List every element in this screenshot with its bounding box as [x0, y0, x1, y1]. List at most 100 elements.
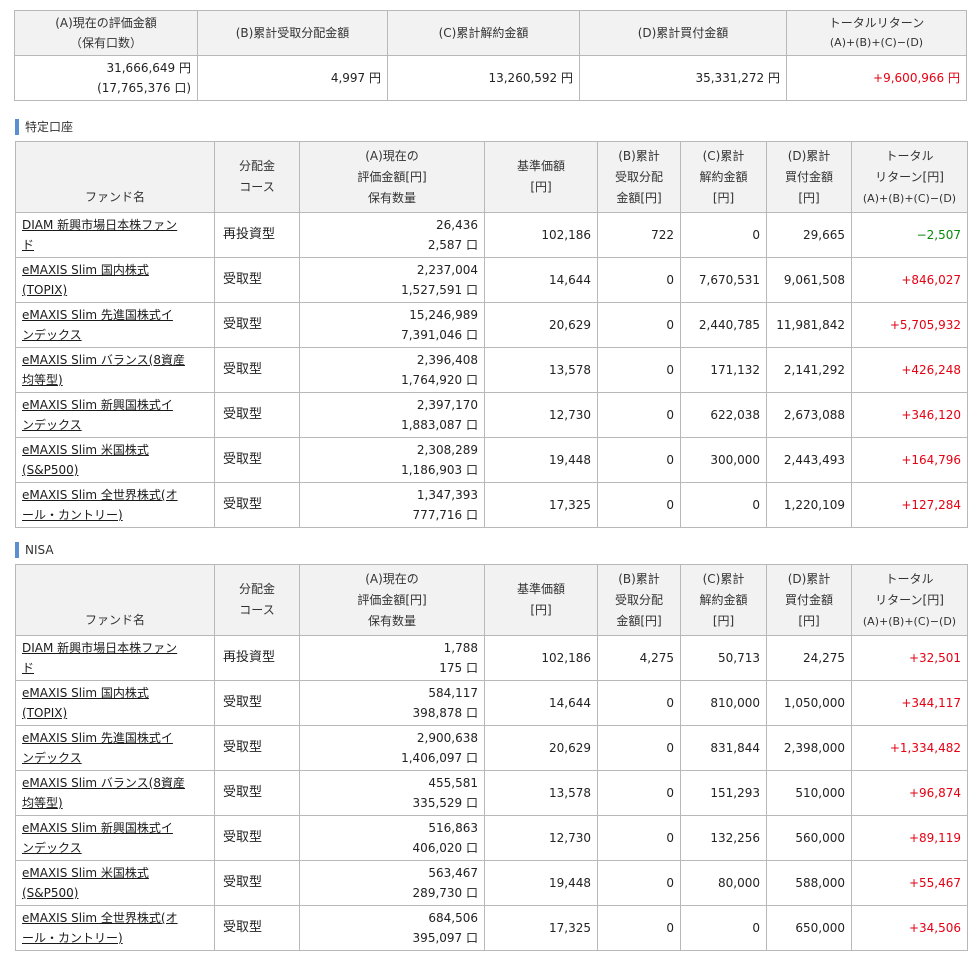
current-value: 563,467 289,730 口 — [299, 860, 485, 906]
fund-row: eMAXIS Slim バランス(8資産 均等型) 受取型 455,581 335,52… — [15, 770, 968, 816]
fund-name-link[interactable]: eMAXIS Slim バランス(8資産 均等型) — [22, 353, 185, 387]
fund-name-link[interactable]: DIAM 新興市場日本株ファンド — [22, 641, 177, 675]
fund-name-link[interactable]: eMAXIS Slim 全世界株式(オ ール・カントリー) — [22, 488, 178, 522]
fund-name-cell: DIAM 新興市場日本株ファンド — [15, 212, 215, 258]
summary-header-b: (B)累計受取分配金額 — [197, 10, 388, 56]
nav-price: 14,644 — [484, 680, 598, 726]
fund-row: DIAM 新興市場日本株ファンド 再投資型 26,436 2,587 口 102,186… — [15, 212, 968, 258]
fund-name-link[interactable]: eMAXIS Slim 新興国株式イ ンデックス — [22, 821, 173, 855]
current-value: 2,237,004 1,527,591 口 — [299, 257, 485, 303]
col-total-return: トータル リターン[円] (A)+(B)+(C)−(D) — [851, 141, 968, 213]
distribution-course: 受取型 — [214, 482, 300, 528]
col-nav: 基準価額 [円] — [484, 564, 598, 636]
total-return: +34,506 — [851, 905, 968, 951]
fund-name-link[interactable]: eMAXIS Slim 国内株式 (TOPIX) — [22, 686, 149, 720]
col-redemption: (C)累計 解約金額 [円] — [680, 141, 767, 213]
cumulative-redemption: 50,713 — [680, 635, 767, 681]
cumulative-purchase: 29,665 — [766, 212, 852, 258]
fund-row: eMAXIS Slim 新興国株式イ ンデックス 受取型 2,397,170 1,883… — [15, 392, 968, 438]
distribution-course: 受取型 — [214, 905, 300, 951]
nav-price: 19,448 — [484, 860, 598, 906]
col-course: 分配金 コース — [214, 564, 300, 636]
total-return: +89,119 — [851, 815, 968, 861]
fund-row: eMAXIS Slim 米国株式 (S&P500) 受取型 563,467 289,73… — [15, 860, 968, 906]
cumulative-distribution: 0 — [597, 860, 681, 906]
fund-row: eMAXIS Slim 国内株式 (TOPIX) 受取型 584,117 398,878… — [15, 680, 968, 726]
fund-name-cell: eMAXIS Slim 全世界株式(オ ール・カントリー) — [15, 482, 215, 528]
nav-price: 17,325 — [484, 905, 598, 951]
summary-value-d: 35,331,272 円 — [579, 55, 787, 101]
total-return: +32,501 — [851, 635, 968, 681]
fund-name-cell: eMAXIS Slim 新興国株式イ ンデックス — [15, 392, 215, 438]
cumulative-distribution: 0 — [597, 905, 681, 951]
col-total-return: トータル リターン[円] (A)+(B)+(C)−(D) — [851, 564, 968, 636]
nav-price: 17,325 — [484, 482, 598, 528]
total-return: +346,120 — [851, 392, 968, 438]
nav-price: 14,644 — [484, 257, 598, 303]
distribution-course: 受取型 — [214, 347, 300, 393]
cumulative-distribution: 0 — [597, 392, 681, 438]
cumulative-purchase: 2,673,088 — [766, 392, 852, 438]
fund-name-link[interactable]: eMAXIS Slim 新興国株式イ ンデックス — [22, 398, 173, 432]
fund-name-link[interactable]: eMAXIS Slim 米国株式 (S&P500) — [22, 866, 149, 900]
fund-name-link[interactable]: DIAM 新興市場日本株ファンド — [22, 218, 177, 252]
distribution-course: 受取型 — [214, 437, 300, 483]
cumulative-purchase: 2,398,000 — [766, 725, 852, 771]
tokutei-fund-table: ファンド名 分配金 コース (A)現在の 評価金額[円] 保有数量 基準価額 [円] (… — [15, 141, 968, 528]
cumulative-redemption: 0 — [680, 482, 767, 528]
current-value: 1,347,393 777,716 口 — [299, 482, 485, 528]
nisa-header-row: ファンド名 分配金 コース (A)現在の 評価金額[円] 保有数量 基準価額 [円] (… — [15, 564, 968, 636]
total-return: +127,284 — [851, 482, 968, 528]
total-return: +344,117 — [851, 680, 968, 726]
nav-price: 19,448 — [484, 437, 598, 483]
fund-name-link[interactable]: eMAXIS Slim 米国株式 (S&P500) — [22, 443, 149, 477]
summary-value-a: 31,666,649 円 (17,765,376 口) — [14, 55, 198, 101]
cumulative-distribution: 0 — [597, 347, 681, 393]
distribution-course: 受取型 — [214, 257, 300, 303]
current-value: 2,308,289 1,186,903 口 — [299, 437, 485, 483]
current-value: 26,436 2,587 口 — [299, 212, 485, 258]
current-value: 455,581 335,529 口 — [299, 770, 485, 816]
col-distribution: (B)累計 受取分配 金額[円] — [597, 141, 681, 213]
nav-price: 12,730 — [484, 815, 598, 861]
cumulative-redemption: 80,000 — [680, 860, 767, 906]
cumulative-distribution: 0 — [597, 725, 681, 771]
current-value: 15,246,989 7,391,046 口 — [299, 302, 485, 348]
fund-name-cell: DIAM 新興市場日本株ファンド — [15, 635, 215, 681]
nav-price: 13,578 — [484, 347, 598, 393]
summary-value-row: 31,666,649 円 (17,765,376 口) 4,997 円 13,26… — [14, 55, 967, 101]
summary-header-c: (C)累計解約金額 — [387, 10, 580, 56]
distribution-course: 受取型 — [214, 302, 300, 348]
cumulative-redemption: 300,000 — [680, 437, 767, 483]
cumulative-distribution: 0 — [597, 437, 681, 483]
distribution-course: 受取型 — [214, 815, 300, 861]
cumulative-redemption: 0 — [680, 905, 767, 951]
fund-name-link[interactable]: eMAXIS Slim 先進国株式イ ンデックス — [22, 731, 173, 765]
col-redemption: (C)累計 解約金額 [円] — [680, 564, 767, 636]
fund-row: eMAXIS Slim 全世界株式(オ ール・カントリー) 受取型 1,347,393… — [15, 482, 968, 528]
summary-value-b: 4,997 円 — [197, 55, 388, 101]
distribution-course: 受取型 — [214, 392, 300, 438]
cumulative-purchase: 11,981,842 — [766, 302, 852, 348]
fund-name-link[interactable]: eMAXIS Slim 先進国株式イ ンデックス — [22, 308, 173, 342]
fund-name-cell: eMAXIS Slim 先進国株式イ ンデックス — [15, 725, 215, 771]
current-value: 2,396,408 1,764,920 口 — [299, 347, 485, 393]
distribution-course: 受取型 — [214, 770, 300, 816]
distribution-course: 受取型 — [214, 680, 300, 726]
cumulative-redemption: 831,844 — [680, 725, 767, 771]
fund-name-link[interactable]: eMAXIS Slim 全世界株式(オ ール・カントリー) — [22, 911, 178, 945]
cumulative-purchase: 1,050,000 — [766, 680, 852, 726]
cumulative-distribution: 0 — [597, 815, 681, 861]
fund-row: eMAXIS Slim 先進国株式イ ンデックス 受取型 15,246,989 7,39… — [15, 302, 968, 348]
cumulative-redemption: 0 — [680, 212, 767, 258]
fund-name-link[interactable]: eMAXIS Slim バランス(8資産 均等型) — [22, 776, 185, 810]
cumulative-purchase: 24,275 — [766, 635, 852, 681]
col-purchase: (D)累計 買付金額 [円] — [766, 564, 852, 636]
total-return: +55,467 — [851, 860, 968, 906]
fund-row: DIAM 新興市場日本株ファンド 再投資型 1,788 175 口 102,186 4,2… — [15, 635, 968, 681]
distribution-course: 再投資型 — [214, 212, 300, 258]
cumulative-purchase: 2,443,493 — [766, 437, 852, 483]
summary-header-d: (D)累計買付金額 — [579, 10, 787, 56]
nav-price: 13,578 — [484, 770, 598, 816]
fund-name-link[interactable]: eMAXIS Slim 国内株式 (TOPIX) — [22, 263, 149, 297]
